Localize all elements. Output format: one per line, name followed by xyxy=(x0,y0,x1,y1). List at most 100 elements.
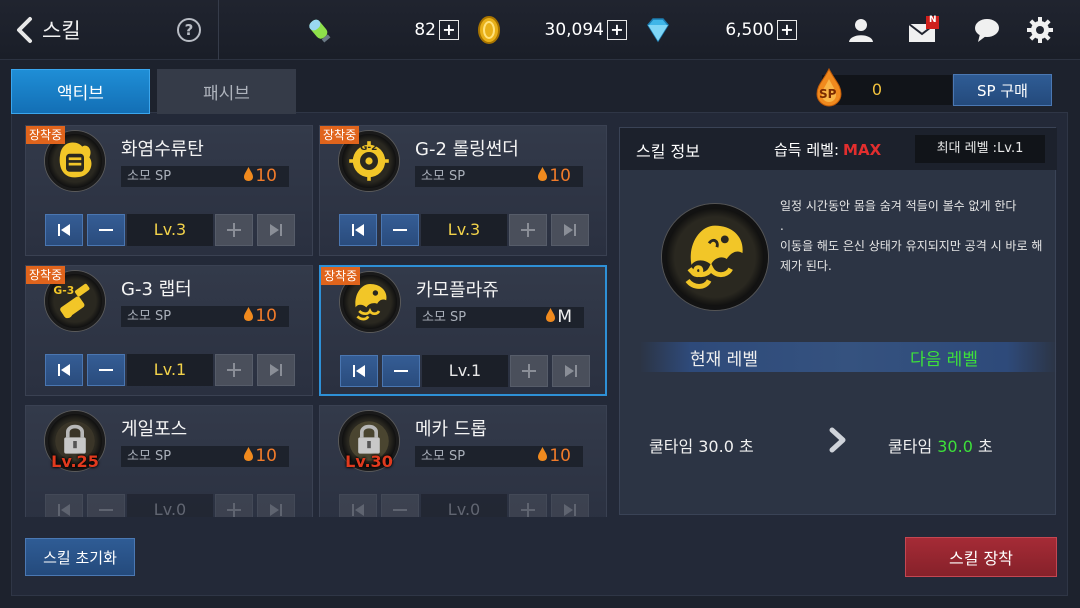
flame-icon xyxy=(538,166,548,187)
skill-equip-button[interactable]: 스킬 장착 xyxy=(905,537,1057,577)
sp-cost-value: M xyxy=(557,307,572,327)
equipped-badge: 장착중 xyxy=(321,267,361,285)
sp-cost: 10 xyxy=(244,446,277,467)
flame-icon xyxy=(546,307,556,328)
level-max-button[interactable] xyxy=(257,214,295,246)
skill-card-camouflage[interactable]: 장착중 카모플라쥬 소모 SP M Lv.1 xyxy=(319,265,607,396)
acquired-level-label: 습득 레벨: xyxy=(774,141,840,159)
sp-cost: 10 xyxy=(244,166,277,187)
acquired-level: 습득 레벨: MAX xyxy=(774,139,881,160)
sp-cost-label: 소모 SP xyxy=(421,449,466,464)
sp-value: 0 xyxy=(871,80,883,99)
level-value: Lv.3 xyxy=(127,214,213,246)
skill-name: G-3 랩터 xyxy=(121,279,192,300)
level-up-button[interactable] xyxy=(215,494,253,517)
next-cooldown-prefix: 쿨타임 xyxy=(888,437,938,456)
flame-icon xyxy=(244,446,254,467)
level-max-button[interactable] xyxy=(551,214,589,246)
level-min-button[interactable] xyxy=(45,214,83,246)
sp-cost: 10 xyxy=(538,446,571,467)
sp-cost-value: 10 xyxy=(255,166,277,186)
level-down-button[interactable] xyxy=(381,214,419,246)
sp-cost-label: 소모 SP xyxy=(127,449,172,464)
level-controls: Lv.3 xyxy=(339,214,589,246)
level-down-button[interactable] xyxy=(87,494,125,517)
level-min-button[interactable] xyxy=(340,355,378,387)
energy-capsule-icon xyxy=(303,14,335,46)
level-up-button[interactable] xyxy=(509,214,547,246)
gem-counter: 6,500 + xyxy=(722,12,797,48)
level-down-button[interactable] xyxy=(87,354,125,386)
back-button[interactable]: 스킬 xyxy=(14,14,81,46)
skill-description-line: 이동을 해도 은신 상태가 유지되지만 공격 시 바로 해제가 된다. xyxy=(780,239,1043,273)
level-up-button[interactable] xyxy=(509,494,547,517)
page-title: 스킬 xyxy=(42,19,81,43)
skill-name: 화염수류탄 xyxy=(121,139,204,160)
skill-list[interactable]: 장착중 화염수류탄 소모 SP 10 Lv.3 장착중 G-2 G-2 롤링썬더… xyxy=(25,125,610,517)
level-down-button[interactable] xyxy=(382,355,420,387)
level-up-button[interactable] xyxy=(215,354,253,386)
skill-card-mecha-drop[interactable]: Lv.30 메카 드롭 소모 SP 10 Lv.0 xyxy=(319,405,607,517)
sp-buy-button[interactable]: SP 구매 xyxy=(953,74,1052,106)
add-gold-button[interactable]: + xyxy=(607,20,627,40)
current-level-label: 현재 레벨 xyxy=(690,350,758,370)
skill-card-g3-raptor[interactable]: 장착중 G-3 G-3 랩터 소모 SP 10 Lv.1 xyxy=(25,265,313,396)
level-compare-header: 현재 레벨 다음 레벨 xyxy=(640,342,1057,372)
sp-cost-value: 10 xyxy=(255,306,277,326)
skill-description: 일정 시간동안 몸을 숨겨 적들이 볼수 없게 한다 . 이동을 해도 은신 상… xyxy=(780,196,1050,276)
level-down-button[interactable] xyxy=(87,214,125,246)
skill-info-title: 스킬 정보 xyxy=(636,142,700,161)
level-max-button[interactable] xyxy=(257,494,295,517)
level-max-button[interactable] xyxy=(257,354,295,386)
divider xyxy=(218,0,219,60)
energy-value: 82 xyxy=(414,20,436,40)
unlock-level: Lv.25 xyxy=(51,452,99,471)
sp-cost-row: 소모 SP 10 xyxy=(415,446,583,467)
level-up-button[interactable] xyxy=(510,355,548,387)
chevron-right-icon xyxy=(827,425,849,455)
equipped-badge: 장착중 xyxy=(26,126,66,144)
sp-cost-label: 소모 SP xyxy=(127,309,172,324)
skill-name: 메카 드롭 xyxy=(415,419,487,440)
sp-cost-row: 소모 SP 10 xyxy=(121,166,289,187)
add-energy-button[interactable]: + xyxy=(439,20,459,40)
level-min-button[interactable] xyxy=(45,354,83,386)
help-icon[interactable]: ? xyxy=(177,18,201,42)
skill-name: 게일포스 xyxy=(121,419,188,440)
camouflage-icon xyxy=(662,204,768,310)
tab-passive-skills[interactable]: 패시브 xyxy=(157,69,296,114)
level-up-button[interactable] xyxy=(215,214,253,246)
tab-active-skills[interactable]: 액티브 xyxy=(11,69,150,114)
equipped-badge: 장착중 xyxy=(320,126,360,144)
level-min-button[interactable] xyxy=(339,494,377,517)
gem-value: 6,500 xyxy=(725,20,774,40)
skill-info-header: 스킬 정보 습득 레벨: MAX 최대 레벨 :Lv.1 xyxy=(620,128,1057,170)
gold-counter: 30,094 + xyxy=(540,12,627,48)
level-controls: Lv.3 xyxy=(45,214,295,246)
equipped-badge: 장착중 xyxy=(26,266,66,284)
sp-icon-label: SP xyxy=(819,87,837,101)
level-max-button[interactable] xyxy=(551,494,589,517)
level-min-button[interactable] xyxy=(339,214,377,246)
current-cooldown: 쿨타임 30.0 초 xyxy=(649,437,754,456)
level-down-button[interactable] xyxy=(381,494,419,517)
add-gem-button[interactable]: + xyxy=(777,20,797,40)
skill-description-line: . xyxy=(780,219,784,233)
sp-cost-row: 소모 SP 10 xyxy=(121,306,289,327)
skill-card-flame-grenade[interactable]: 장착중 화염수류탄 소모 SP 10 Lv.3 xyxy=(25,125,313,256)
level-value: Lv.1 xyxy=(127,354,213,386)
level-value: Lv.0 xyxy=(127,494,213,517)
sp-cost-value: 10 xyxy=(549,446,571,466)
chat-icon[interactable] xyxy=(971,14,1003,46)
friends-icon[interactable] xyxy=(845,14,877,46)
skill-info-panel: 스킬 정보 습득 레벨: MAX 최대 레벨 :Lv.1 일정 시간동안 몸을 숨… xyxy=(619,127,1057,515)
level-max-button[interactable] xyxy=(552,355,590,387)
level-min-button[interactable] xyxy=(45,494,83,517)
next-cooldown: 쿨타임 30.0 초 xyxy=(888,433,993,457)
mail-icon[interactable]: N xyxy=(907,14,939,46)
skill-card-g2-rolling-thunder[interactable]: 장착중 G-2 G-2 롤링썬더 소모 SP 10 Lv.3 xyxy=(319,125,607,256)
gear-icon[interactable] xyxy=(1024,14,1056,46)
energy-counter: 82 + xyxy=(400,12,459,48)
skill-reset-button[interactable]: 스킬 초기화 xyxy=(25,538,135,576)
skill-card-gale-force[interactable]: Lv.25 게일포스 소모 SP 10 Lv.0 xyxy=(25,405,313,517)
